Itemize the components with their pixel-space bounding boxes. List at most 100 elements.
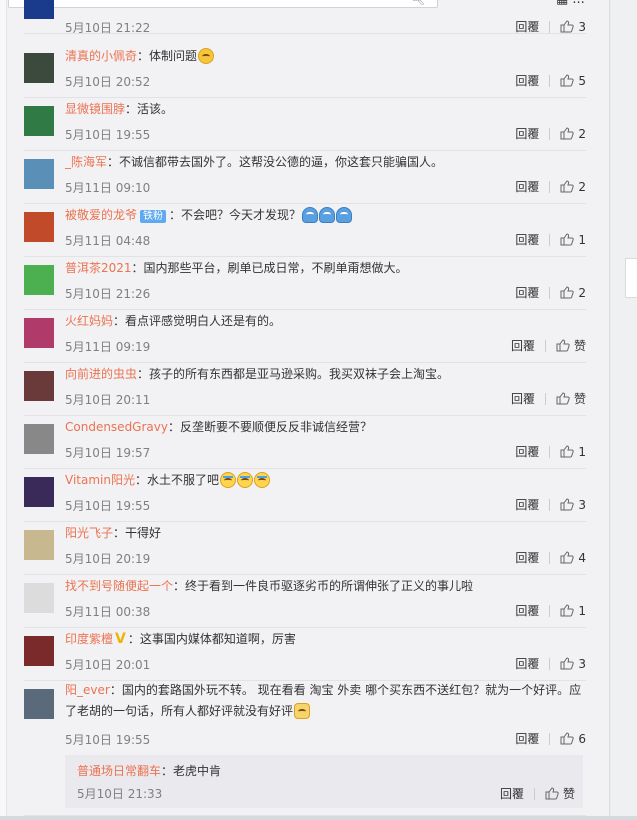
like-count[interactable]: 2 <box>578 127 586 141</box>
reply-button[interactable]: 回覆 <box>515 284 539 301</box>
avatar[interactable] <box>24 689 54 719</box>
like-count[interactable]: 赞 <box>574 337 586 354</box>
divider <box>544 339 546 352</box>
comment-username[interactable]: 清真的小佩奇 <box>65 49 137 63</box>
reply-button[interactable]: 回覆 <box>515 72 539 89</box>
like-count[interactable]: 3 <box>578 20 586 34</box>
comment-body: ：反垄断要不要顺便反反非诚信经营？ <box>167 420 372 434</box>
like-count[interactable]: 赞 <box>574 390 586 407</box>
reply-button[interactable]: 回覆 <box>515 496 539 513</box>
thumbs-up-icon[interactable] <box>560 551 575 564</box>
comment-username[interactable]: 向前进的虫虫 <box>65 367 137 381</box>
avatar[interactable] <box>24 318 54 348</box>
comment-item: Vitamin阳光：水土不服了吧 5月10日 19:55 回覆 3 <box>24 468 586 522</box>
avatar[interactable] <box>24 212 54 242</box>
like-count[interactable]: 2 <box>578 286 586 300</box>
reply-button[interactable]: 回覆 <box>515 178 539 195</box>
thumbs-up-icon[interactable] <box>560 445 575 458</box>
thumbs-up-icon[interactable] <box>556 339 570 352</box>
like-count[interactable]: 6 <box>578 732 586 746</box>
comment-username[interactable]: 阳光飞子 <box>65 526 113 540</box>
avatar[interactable] <box>24 265 54 295</box>
thumbs-up-icon[interactable] <box>560 233 575 246</box>
sub-reply-username[interactable]: 普通场日常翻车 <box>77 764 161 778</box>
comment-username[interactable]: 阳_ever <box>65 683 110 697</box>
thumbs-up-icon[interactable] <box>545 787 559 800</box>
comment-username[interactable]: _陈海军 <box>65 155 107 169</box>
like-count[interactable]: 1 <box>578 233 586 247</box>
comment-item: _陈海军：不诚信都带去国外了。这帮没公德的逼，你这套只能骗国人。 5月11日 09… <box>24 150 586 204</box>
comment-time: 5月11日 09:10 <box>65 181 151 195</box>
avatar[interactable] <box>24 636 54 666</box>
divider <box>549 233 551 246</box>
vip-badge-icon: V <box>115 631 126 647</box>
like-count[interactable]: 1 <box>578 604 586 618</box>
avatar[interactable] <box>24 106 54 136</box>
reply-button[interactable]: 回覆 <box>515 549 539 566</box>
hug-emoji-icon <box>302 207 319 223</box>
comment-body: ：不会吧？今天才发现？ <box>169 208 302 222</box>
divider <box>549 604 551 617</box>
like-count[interactable]: 4 <box>578 551 586 565</box>
like-count[interactable]: 3 <box>578 498 586 512</box>
comment-username[interactable]: 被敬爱的龙爷 <box>65 208 137 222</box>
avatar[interactable] <box>24 0 54 19</box>
thumbs-up-icon[interactable] <box>560 74 575 87</box>
thumbs-up-icon[interactable] <box>560 20 575 33</box>
avatar[interactable] <box>24 371 54 401</box>
thumbs-up-icon[interactable] <box>560 498 575 511</box>
reply-button[interactable]: 回覆 <box>515 18 539 35</box>
comment-item: 被敬爱的龙爷 铁粉 ：不会吧？今天才发现？ 5月11日 04:48 回覆 1 <box>24 203 586 257</box>
thumbs-up-icon[interactable] <box>560 127 575 140</box>
like-count[interactable]: 3 <box>578 657 586 671</box>
comment-body: ：国内的套路国外玩不转。 现在看看 淘宝 外卖 哪个买东西不送红包？就为一个好评… <box>65 683 582 718</box>
divider <box>549 551 551 564</box>
cry-emoji-icon <box>236 472 253 488</box>
sub-reply-time: 5月10日 21:33 <box>77 787 163 801</box>
thumbs-up-icon[interactable] <box>560 657 575 670</box>
comment-username[interactable]: 找不到号随便起一个 <box>65 579 173 593</box>
avatar[interactable] <box>24 583 54 613</box>
like-count[interactable]: 赞 <box>563 785 575 802</box>
thumbs-up-icon[interactable] <box>560 732 575 745</box>
avatar[interactable] <box>24 159 54 189</box>
thumbs-up-icon[interactable] <box>560 604 575 617</box>
avatar[interactable] <box>24 530 54 560</box>
reply-button[interactable]: 回覆 <box>511 337 535 354</box>
comment-item: 找不到号随便起一个：终于看到一件良币驱逐劣币的所谓伸张了正义的事儿啦 5月11日 … <box>24 574 586 628</box>
reply-button[interactable]: 回覆 <box>500 785 524 802</box>
comment-username[interactable]: CondensedGravy <box>65 420 168 434</box>
comment-actions: 回覆 2 <box>515 125 586 142</box>
reply-button[interactable]: 回覆 <box>515 231 539 248</box>
comment-item: 显微镜围脖：活该。 5月10日 19:55 回覆 2 <box>24 97 586 151</box>
reply-button[interactable]: 回覆 <box>511 390 535 407</box>
comment-text: 火红妈妈：看点评感觉明白人还是有的。 <box>65 313 281 330</box>
comment-actions: 回覆 5 <box>515 72 586 89</box>
like-count[interactable]: 1 <box>578 445 586 459</box>
thumbs-up-icon[interactable] <box>560 286 575 299</box>
reply-button[interactable]: 回覆 <box>515 602 539 619</box>
reply-button[interactable]: 回覆 <box>515 125 539 142</box>
like-count[interactable]: 2 <box>578 180 586 194</box>
sub-reply-text: 普通场日常翻车：老虎中肯 <box>77 764 222 778</box>
comment-text: 向前进的虫虫：孩子的所有东西都是亚马逊采购。我买双袜子会上淘宝。 <box>65 366 449 383</box>
comment-username[interactable]: 火红妈妈 <box>65 314 113 328</box>
comment-username[interactable]: Vitamin阳光 <box>65 473 135 487</box>
avatar[interactable] <box>24 53 54 83</box>
comment-time: 5月11日 00:38 <box>65 605 151 619</box>
thumbs-up-icon[interactable] <box>556 392 570 405</box>
right-sidebar-strip <box>611 0 637 820</box>
reply-button[interactable]: 回覆 <box>515 443 539 460</box>
avatar[interactable] <box>24 424 54 454</box>
reply-button[interactable]: 回覆 <box>515 730 539 747</box>
comment-body: ：活该。 <box>125 102 174 116</box>
comment-username[interactable]: 显微镜围脖 <box>65 102 125 116</box>
reply-button[interactable]: 回覆 <box>515 655 539 672</box>
avatar[interactable] <box>24 477 54 507</box>
comment-username[interactable]: 普洱茶2021 <box>65 261 132 275</box>
comment-time: 5月10日 20:19 <box>65 552 151 566</box>
like-count[interactable]: 5 <box>578 74 586 88</box>
divider <box>549 657 551 670</box>
comment-username[interactable]: 印度紫檀 <box>65 632 113 646</box>
thumbs-up-icon[interactable] <box>560 180 575 193</box>
